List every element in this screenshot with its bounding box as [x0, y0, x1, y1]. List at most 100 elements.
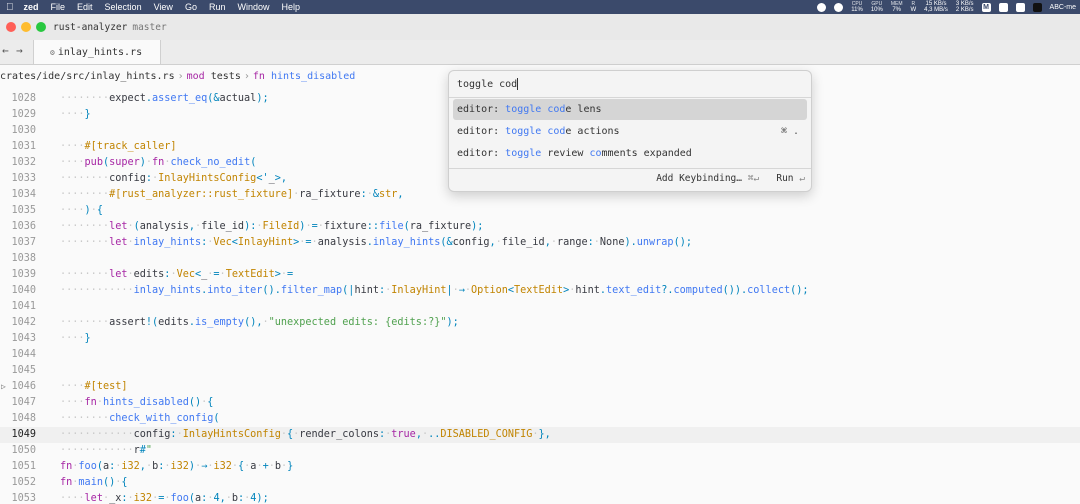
line-number: 1031	[11, 141, 36, 152]
line-number: 1042	[11, 317, 36, 328]
code-line[interactable]: 1048 ········check_with_config(	[0, 411, 1080, 427]
rw-stat[interactable]: RW	[911, 1, 917, 13]
back-arrow-icon[interactable]: ←	[2, 44, 9, 57]
menu-go[interactable]: Go	[179, 2, 203, 12]
menu-window[interactable]: Window	[231, 2, 275, 12]
apple-icon[interactable]: 	[0, 2, 18, 13]
add-keybinding-keys: ⌘↵	[747, 173, 760, 184]
code-line[interactable]: 1043 ····}	[0, 331, 1080, 347]
code-line[interactable]: 1044	[0, 347, 1080, 363]
menu-bar:  zed File Edit Selection View Go Run Wi…	[0, 0, 1080, 14]
code-text: ········check_with_config(	[60, 413, 220, 424]
run-label: Run	[776, 173, 794, 184]
code-line[interactable]: 1046 ▷ ····#[test]	[0, 379, 1080, 395]
forward-arrow-icon[interactable]: →	[16, 44, 23, 57]
record-icon[interactable]	[817, 2, 827, 12]
zoom-window-button[interactable]	[36, 22, 46, 32]
code-text: ····#[test]	[60, 381, 128, 392]
line-number: 1034	[11, 189, 36, 200]
code-text: ········#[rust_analyzer::rust_fixture]·r…	[60, 189, 404, 200]
code-line[interactable]: 1049 ············config:·InlayHintsConfig…	[0, 427, 1080, 443]
code-line[interactable]: 1045	[0, 363, 1080, 379]
code-line[interactable]: 1050 ············r#"	[0, 443, 1080, 459]
tab-inlay-hints[interactable]: ⚙ inlay_hints.rs	[33, 40, 161, 64]
code-line[interactable]: 1047 ····fn·hints_disabled()·{	[0, 395, 1080, 411]
branch-name[interactable]: master	[132, 22, 166, 33]
item-match: cod	[547, 126, 566, 137]
mem-stat[interactable]: MEM 7%	[891, 1, 903, 13]
code-line[interactable]: 1035 ····)·{	[0, 203, 1080, 219]
line-number: 1044	[11, 349, 36, 360]
gpu-stat[interactable]: GPU 10%	[871, 1, 883, 13]
add-keybinding-label: Add Keybinding…	[656, 173, 742, 184]
item-match: cod	[547, 104, 566, 115]
line-number: 1029	[11, 109, 36, 120]
layout-icon[interactable]	[998, 2, 1008, 12]
code-text: ············config:·InlayHintsConfig·{·r…	[60, 429, 551, 440]
palette-item-toggle-code-actions[interactable]: editor: toggle code actions ⌘ .	[453, 121, 807, 142]
input-source-label[interactable]: ABC-me	[1050, 4, 1076, 11]
cpu-label: CPU	[851, 1, 863, 7]
code-text: fn·main()·{	[60, 477, 128, 488]
menu-file[interactable]: File	[45, 2, 72, 12]
code-line[interactable]: 1051 fn·foo(a:·i32,·b:·i32)·→·i32·{·a·+·b…	[0, 459, 1080, 475]
cpu-stat[interactable]: CPU 11%	[851, 1, 863, 13]
code-line[interactable]: 1053 ····let·_x:·i32·=·foo(a:·4,·b:·4);	[0, 491, 1080, 504]
code-line[interactable]: 1038	[0, 251, 1080, 267]
palette-query: toggle cod	[457, 79, 518, 90]
code-text: ········let·inlay_hints:·Vec<InlayHint>·…	[60, 237, 692, 248]
line-number: 1043	[11, 333, 36, 344]
network-stat[interactable]: 15 KB/s 4,3 MB/s	[924, 1, 948, 13]
code-line[interactable]: 1042 ········assert!(edits.is_empty(),·"u…	[0, 315, 1080, 331]
line-number: 1040	[11, 285, 36, 296]
add-keybinding-button[interactable]: Add Keybinding… ⌘↵	[656, 173, 759, 184]
menu-view[interactable]: View	[148, 2, 179, 12]
project-name[interactable]: rust-analyzer	[53, 22, 127, 33]
code-line[interactable]: 1052 fn·main()·{	[0, 475, 1080, 491]
item-match: co	[589, 148, 602, 159]
code-line[interactable]: 1040 ············inlay_hints.into_iter().…	[0, 283, 1080, 299]
menu-run[interactable]: Run	[203, 2, 232, 12]
palette-item-toggle-review-comments[interactable]: editor: toggle review comments expanded	[453, 143, 807, 164]
keyboard-badge-icon[interactable]: M	[981, 2, 991, 12]
line-number: 1030	[11, 125, 36, 136]
breadcrumb-mod-keyword: mod	[186, 71, 205, 82]
palette-search-input[interactable]: toggle cod	[457, 77, 519, 93]
code-line[interactable]: 1041	[0, 299, 1080, 315]
close-window-button[interactable]	[6, 22, 16, 32]
item-rest: mments expanded	[601, 148, 692, 159]
code-text: ············inlay_hints.into_iter().filt…	[60, 285, 809, 296]
code-text: fn·foo(a:·i32,·b:·i32)·→·i32·{·a·+·b·}	[60, 461, 294, 472]
code-text: ········expect.assert_eq(&actual);	[60, 93, 269, 104]
line-number: 1048	[11, 413, 36, 424]
run-button[interactable]: Run ↵	[776, 173, 805, 184]
line-number: 1051	[11, 461, 36, 472]
chevron-right-icon: ›	[177, 71, 184, 82]
code-line[interactable]: 1039 ········let·edits:·Vec<_·=·TextEdit>…	[0, 267, 1080, 283]
code-text: ········config:·InlayHintsConfig<'_>,	[60, 173, 288, 184]
mem-label: MEM	[890, 1, 903, 7]
menu-help[interactable]: Help	[275, 2, 306, 12]
code-text: ····)·{	[60, 205, 103, 216]
input-source-icon[interactable]	[1032, 2, 1042, 12]
display-icon[interactable]	[1015, 2, 1025, 12]
line-number: 1038	[11, 253, 36, 264]
code-line[interactable]: 1036 ········let·(analysis,·file_id):·Fil…	[0, 219, 1080, 235]
run-test-icon[interactable]: ▷	[1, 379, 6, 395]
telegram-icon[interactable]	[834, 2, 844, 12]
code-line[interactable]: 1037 ········let·inlay_hints:·Vec<InlayHi…	[0, 235, 1080, 251]
minimize-window-button[interactable]	[21, 22, 31, 32]
code-text: ········assert!(edits.is_empty(),·"unexp…	[60, 317, 459, 328]
palette-item-toggle-code-lens[interactable]: editor: toggle code lens	[453, 99, 807, 120]
code-text: ····#[track_caller]	[60, 141, 177, 152]
menu-edit[interactable]: Edit	[71, 2, 99, 12]
rust-file-icon: ⚙	[50, 47, 55, 57]
breadcrumb[interactable]: crates/ide/src/inlay_hints.rs › mod tests ›…	[0, 66, 355, 88]
line-number: 1028	[11, 93, 36, 104]
line-number: 1053	[11, 493, 36, 504]
disk-stat[interactable]: 3 KB/s 2 KB/s	[956, 1, 974, 13]
menu-selection[interactable]: Selection	[99, 2, 148, 12]
menu-app[interactable]: zed	[18, 2, 45, 12]
status-area: CPU 11% GPU 10% MEM 7% RW 15 KB/s 4,3 MB/s 3…	[817, 0, 1080, 14]
breadcrumb-fn-name: hints_disabled	[270, 71, 356, 82]
